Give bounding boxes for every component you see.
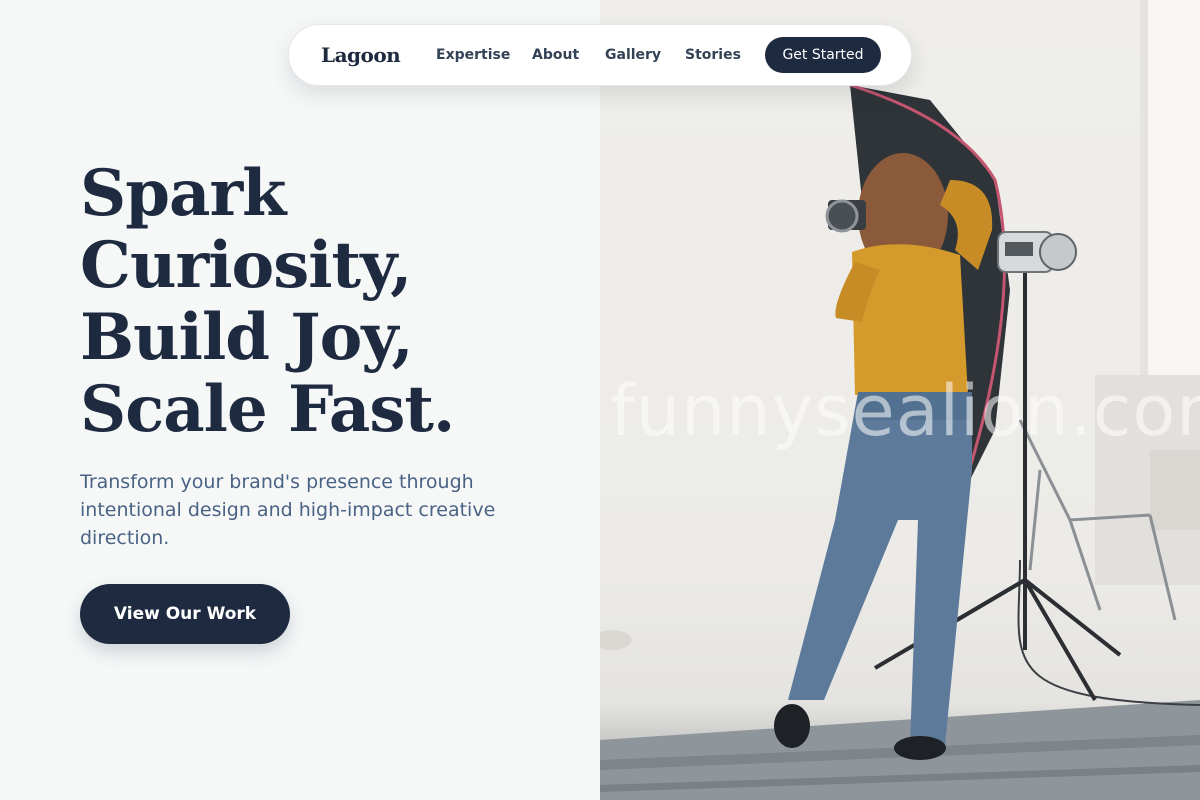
headline-line: Spark (80, 156, 287, 231)
hero-photo: funnysealion.com (600, 0, 1200, 800)
hero-headline: Spark Curiosity, Build Joy, Scale Fast. (80, 158, 580, 446)
hero-section: Spark Curiosity, Build Joy, Scale Fast. … (0, 0, 600, 800)
nav-link-gallery[interactable]: Gallery (605, 47, 661, 63)
hero-subtitle: Transform your brand's presence through … (80, 471, 496, 549)
nav-link-about[interactable]: About (532, 47, 579, 63)
headline-line: Scale Fast. (80, 372, 455, 447)
headline-line: Build Joy, (80, 300, 414, 375)
headline-line: Curiosity, (80, 228, 412, 303)
get-started-button[interactable]: Get Started (765, 37, 881, 73)
top-navbar: Lagoon Expertise About Gallery Stories G… (288, 24, 912, 86)
view-our-work-button[interactable]: View Our Work (80, 584, 290, 644)
nav-link-expertise[interactable]: Expertise (436, 47, 510, 63)
watermark-text: funnysealion.com (610, 370, 1200, 452)
nav-link-stories[interactable]: Stories (685, 47, 741, 63)
brand-logo[interactable]: Lagoon (321, 43, 401, 67)
